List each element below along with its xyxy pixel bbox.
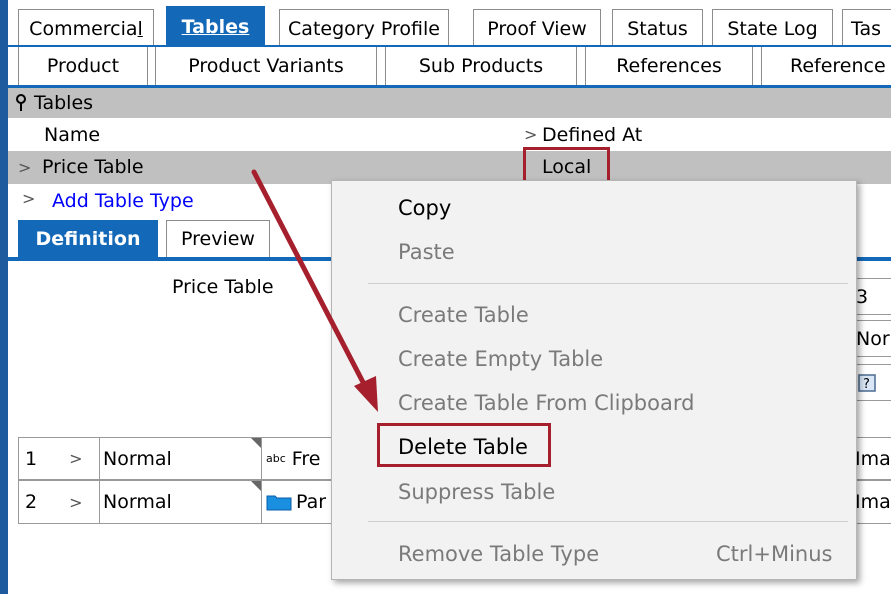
annotation-arrow-icon [251, 169, 378, 412]
